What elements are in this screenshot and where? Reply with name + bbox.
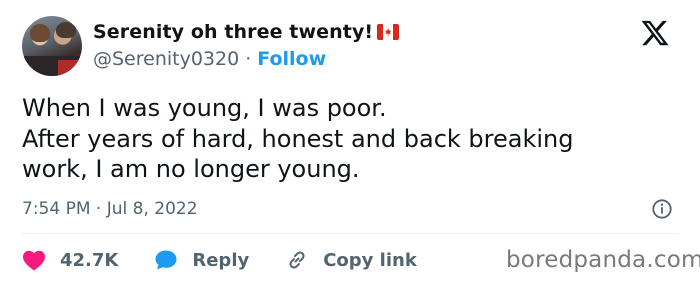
author-display-name[interactable]: Serenity oh three twenty! xyxy=(93,21,373,43)
tweet-line: After years of hard, honest and back bre… xyxy=(22,124,574,153)
avatar[interactable] xyxy=(22,16,82,76)
canada-flag-icon xyxy=(377,24,400,40)
tweet-timestamp[interactable]: 7:54 PM · Jul 8, 2022 xyxy=(22,199,198,219)
author-handle[interactable]: @Serenity0320 xyxy=(93,48,239,70)
reply-label: Reply xyxy=(192,249,250,271)
tweet-text: When I was young, I was poor. After year… xyxy=(22,93,662,185)
watermark: boredpanda.com xyxy=(506,247,700,273)
divider xyxy=(22,233,678,234)
heart-icon xyxy=(23,250,45,271)
reply-button[interactable]: Reply xyxy=(154,249,249,271)
tweet-line: When I was young, I was poor. xyxy=(22,94,387,122)
link-icon xyxy=(289,251,305,269)
tweet-line: work, I am no longer young. xyxy=(22,155,360,183)
reply-bubble-icon xyxy=(155,250,177,270)
x-logo-icon[interactable] xyxy=(640,18,670,48)
author-handle-row: @Serenity0320 · Follow xyxy=(93,48,326,70)
info-icon[interactable] xyxy=(651,198,673,220)
copy-link-button[interactable]: Copy link xyxy=(285,248,417,272)
copy-link-label: Copy link xyxy=(323,249,417,271)
follow-button[interactable]: Follow xyxy=(257,48,326,70)
like-count: 42.7K xyxy=(60,249,119,271)
tweet-card: Serenity oh three twenty! @Serenity0320 … xyxy=(0,0,700,287)
separator-dot: · xyxy=(245,48,252,70)
like-button[interactable]: 42.7K xyxy=(22,249,118,271)
action-bar: 42.7K Reply Copy link xyxy=(22,248,453,272)
author-name-row: Serenity oh three twenty! xyxy=(93,21,400,43)
